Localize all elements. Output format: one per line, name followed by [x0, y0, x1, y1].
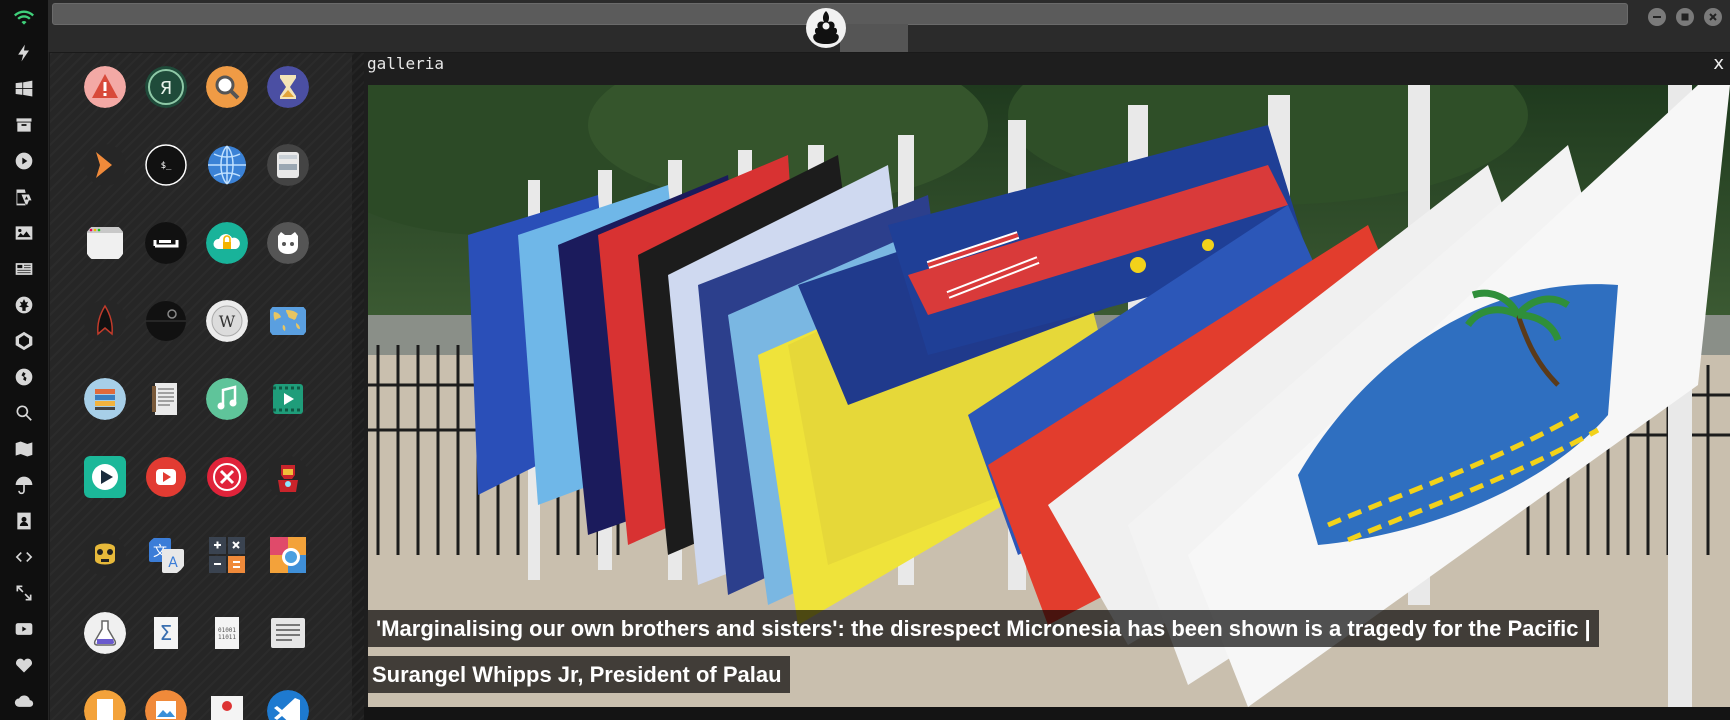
image-app-icon[interactable] — [145, 690, 187, 720]
music-app-icon[interactable] — [206, 378, 248, 420]
terminal-arrow-app-icon[interactable] — [84, 144, 126, 186]
code-icon[interactable] — [12, 545, 36, 569]
window-app-icon[interactable] — [84, 222, 126, 264]
shell-app-icon[interactable]: $_ — [145, 144, 187, 186]
heart-icon[interactable] — [12, 653, 36, 677]
ironman-app-icon[interactable] — [267, 456, 309, 498]
github-app-icon[interactable] — [267, 222, 309, 264]
umbrella-icon[interactable] — [12, 473, 36, 497]
search-app-icon[interactable] — [206, 66, 248, 108]
svg-text:W: W — [219, 312, 236, 331]
vscode-app-icon[interactable] — [267, 690, 309, 720]
app-launcher: Я $_ W 文 A Σ 01001 11011 — [50, 53, 352, 720]
map-icon[interactable] — [12, 437, 36, 461]
media-player-app-icon[interactable] — [84, 456, 126, 498]
play-icon[interactable] — [12, 149, 36, 173]
calculator-app-icon[interactable] — [206, 534, 248, 576]
lab-app-icon[interactable] — [84, 612, 126, 654]
side-dock — [0, 0, 49, 720]
photo-caption-line-2: Surangel Whipps Jr, President of Palau — [368, 656, 790, 693]
close-gallery-button[interactable]: x — [1713, 55, 1724, 73]
empire-icon[interactable] — [12, 329, 36, 353]
maximize-button[interactable] — [1676, 8, 1694, 26]
hourglass-app-icon[interactable] — [267, 66, 309, 108]
svg-text:Я: Я — [160, 78, 173, 99]
svg-text:01001: 01001 — [218, 627, 236, 634]
minimize-icon — [1653, 16, 1661, 18]
document-app-icon[interactable] — [145, 378, 187, 420]
news-icon[interactable] — [12, 257, 36, 281]
yandex-app-icon[interactable]: Я — [145, 66, 187, 108]
close-app-icon[interactable] — [206, 456, 248, 498]
doc-orange-app-icon[interactable] — [84, 690, 126, 720]
image-icon[interactable] — [12, 221, 36, 245]
drive-app-icon[interactable] — [267, 144, 309, 186]
rebel-icon[interactable] — [12, 293, 36, 317]
translate-app-icon[interactable]: 文A — [145, 534, 187, 576]
window-footer — [364, 707, 1730, 720]
expand-icon[interactable] — [12, 581, 36, 605]
binary-app-icon[interactable]: 01001 11011 — [206, 612, 248, 654]
cloud-icon[interactable] — [12, 689, 36, 713]
warning-app-icon[interactable] — [84, 66, 126, 108]
screenshot-app-icon[interactable] — [267, 534, 309, 576]
active-tab[interactable] — [840, 24, 908, 52]
video-app-icon[interactable] — [267, 378, 309, 420]
contacts-icon[interactable] — [12, 509, 36, 533]
wifi-icon[interactable] — [12, 6, 36, 30]
galleria-window: galleria x 'Marginalising our own brothe… — [364, 53, 1730, 720]
minimize-button[interactable] — [1648, 8, 1666, 26]
cloud-lock-app-icon[interactable] — [206, 222, 248, 264]
sleep-app-icon[interactable] — [145, 222, 187, 264]
archive-icon[interactable] — [12, 113, 36, 137]
presentation-app-icon[interactable] — [206, 690, 248, 720]
photo-caption-line-1: 'Marginalising our own brothers and sist… — [368, 610, 1599, 647]
panel-splitter[interactable] — [352, 53, 364, 720]
close-window-button[interactable] — [1704, 8, 1722, 26]
starfleet-app-icon[interactable] — [84, 300, 126, 342]
svg-text:Σ: Σ — [160, 621, 173, 645]
youtube-app-icon[interactable] — [145, 456, 187, 498]
world-map-app-icon[interactable] — [267, 300, 309, 342]
svg-text:11011: 11011 — [218, 634, 236, 641]
c3po-app-icon[interactable] — [84, 534, 126, 576]
maximize-icon — [1681, 13, 1689, 21]
svg-text:A: A — [168, 555, 178, 571]
books-app-icon[interactable] — [84, 378, 126, 420]
translate-icon[interactable] — [12, 185, 36, 209]
wikipedia-app-icon[interactable]: W — [206, 300, 248, 342]
top-bar — [48, 0, 1730, 52]
youtube-icon[interactable] — [12, 617, 36, 641]
rebel-alliance-logo[interactable] — [804, 6, 848, 50]
bolt-icon[interactable] — [12, 41, 36, 65]
windows-icon[interactable] — [12, 77, 36, 101]
close-icon — [1709, 13, 1717, 21]
svg-text:$_: $_ — [161, 161, 172, 171]
death-star-app-icon[interactable] — [145, 300, 187, 342]
window-title: galleria — [367, 54, 445, 73]
globe-app-icon[interactable] — [206, 144, 248, 186]
globe-icon[interactable] — [12, 365, 36, 389]
sigma-app-icon[interactable]: Σ — [145, 612, 187, 654]
text-app-icon[interactable] — [267, 612, 309, 654]
search-icon[interactable] — [12, 401, 36, 425]
